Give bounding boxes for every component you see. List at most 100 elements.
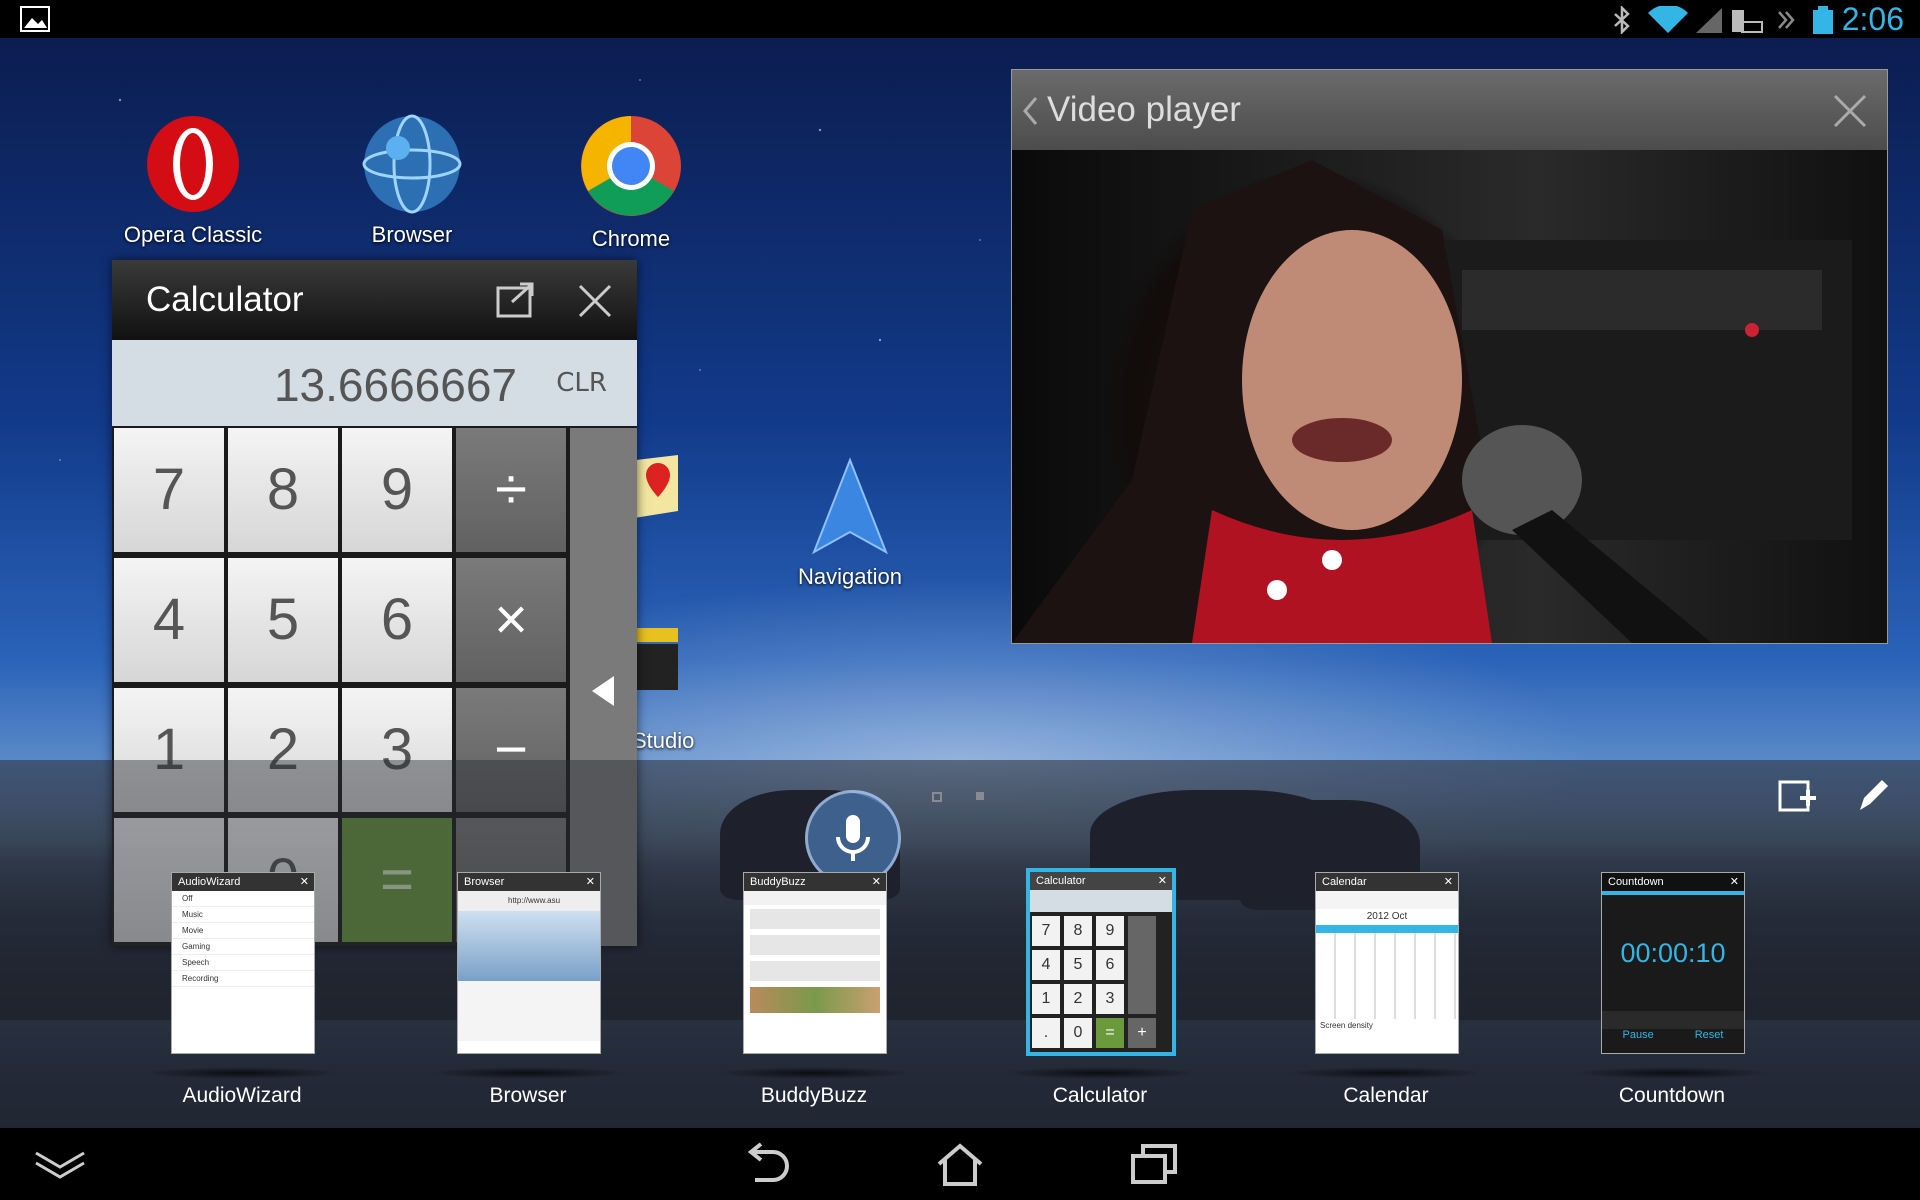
mode-item: Recording <box>172 971 314 987</box>
microphone-icon <box>836 815 870 861</box>
navigation-arrow-icon <box>812 457 888 555</box>
thumb-shadow <box>428 1067 628 1079</box>
recent-browser-label: Browser <box>489 1084 567 1107</box>
close-icon[interactable]: ✕ <box>1730 873 1739 891</box>
recent-calculator-thumb[interactable]: Calculator ✕ 7 8 9 4 5 6 1 2 3 . 0 = + <box>1026 868 1176 1056</box>
reset-button: Reset <box>1694 1029 1724 1041</box>
close-icon[interactable]: ✕ <box>872 873 881 891</box>
thumb-shadow <box>142 1067 342 1079</box>
key-4[interactable]: 4 <box>114 558 224 682</box>
recent-audiowizard-label: AudioWizard <box>182 1084 302 1107</box>
mode-item: Music <box>172 907 314 923</box>
feed-preview <box>744 905 886 1017</box>
mode-item: Gaming <box>172 939 314 955</box>
opera-icon <box>147 116 239 212</box>
countdown-timer: 00:00:10 <box>1620 938 1726 968</box>
chrome-icon <box>581 116 681 216</box>
key-9[interactable]: 9 <box>342 428 452 552</box>
maximize-icon[interactable] <box>496 282 536 318</box>
thumb-shadow <box>1286 1067 1486 1079</box>
chevron-right-icon <box>1778 11 1795 29</box>
thumb-title: Calendar <box>1322 876 1367 888</box>
calculator-window[interactable]: Calculator 13.6666667 CLR 7 8 9 ÷ 4 5 6 … <box>112 260 637 946</box>
clear-button[interactable]: CLR <box>556 368 607 398</box>
thumb-title: Calculator <box>1036 875 1086 887</box>
thumb-title: AudioWizard <box>178 876 241 888</box>
close-icon[interactable]: ✕ <box>586 873 595 891</box>
edit-pencil-icon[interactable] <box>1856 778 1890 814</box>
key-8[interactable]: 8 <box>228 428 338 552</box>
thumb-title: BuddyBuzz <box>750 876 806 888</box>
close-icon[interactable] <box>578 284 612 318</box>
close-icon[interactable] <box>1833 94 1867 128</box>
opera-classic-shortcut[interactable]: Opera Classic <box>103 114 283 248</box>
thumb-shadow <box>1000 1067 1200 1079</box>
back-chevron-icon[interactable] <box>1022 96 1040 126</box>
key-5[interactable]: 5 <box>228 558 338 682</box>
status-bar: 2:06 <box>0 0 1920 38</box>
status-input-preview <box>744 891 886 905</box>
gallery-notification-icon[interactable] <box>20 6 50 32</box>
opera-classic-label: Opera Classic <box>123 222 263 247</box>
recent-calendar-thumb[interactable]: Calendar ✕ 2012 Oct Screen density <box>1315 872 1459 1054</box>
mode-item: Speech <box>172 955 314 971</box>
recent-calculator-label: Calculator <box>1052 1084 1148 1107</box>
mini-display <box>1030 890 1172 912</box>
pause-button: Pause <box>1622 1029 1654 1041</box>
chrome-shortcut[interactable]: Chrome <box>541 114 721 252</box>
key-multiply[interactable]: × <box>456 558 566 682</box>
battery-icon <box>1813 6 1833 34</box>
video-titlebar[interactable]: Video player <box>1012 70 1887 150</box>
home-icon <box>937 1143 983 1186</box>
recent-buddybuzz-label: BuddyBuzz <box>760 1084 868 1107</box>
calendar-grid <box>1316 933 1458 1019</box>
calculator-display: 13.6666667 CLR <box>112 340 637 426</box>
recent-calendar-label: Calendar <box>1343 1084 1429 1107</box>
calculator-titlebar[interactable]: Calculator <box>112 260 637 340</box>
recent-countdown-thumb[interactable]: Countdown ✕ 00:00:10 Pause Reset <box>1601 872 1745 1054</box>
video-content-image <box>1012 160 1852 643</box>
mode-item: Movie <box>172 923 314 939</box>
close-icon[interactable]: ✕ <box>1444 873 1453 891</box>
close-icon[interactable]: ✕ <box>300 873 309 891</box>
hide-nav-button[interactable] <box>20 1138 100 1190</box>
video-player-window[interactable]: Video player <box>1011 69 1888 644</box>
recent-audiowizard-thumb[interactable]: AudioWizard ✕ Off Music Movie Gaming Spee… <box>171 872 315 1054</box>
calculator-title: Calculator <box>146 280 304 319</box>
recent-browser-thumb[interactable]: Browser ✕ http://www.asu <box>457 872 601 1054</box>
mini-keypad: 7 8 9 4 5 6 1 2 3 . 0 = + <box>1030 912 1172 1052</box>
recent-buddybuzz-thumb[interactable]: BuddyBuzz ✕ <box>743 872 887 1054</box>
url-bar: http://www.asu <box>458 891 600 911</box>
bluetooth-icon <box>1614 6 1630 34</box>
add-screen-icon[interactable] <box>1778 778 1818 814</box>
key-7[interactable]: 7 <box>114 428 224 552</box>
video-title: Video player <box>1047 90 1241 129</box>
panel-expand-left-icon[interactable] <box>590 674 616 708</box>
close-icon[interactable]: ✕ <box>1158 872 1167 890</box>
navigation-bar <box>0 1128 1920 1200</box>
thumb-shadow <box>714 1067 914 1079</box>
home-button[interactable] <box>920 1138 1000 1190</box>
navigation-shortcut[interactable]: Navigation <box>760 456 940 590</box>
dock-battery-icon <box>1732 10 1763 33</box>
thumb-title: Browser <box>464 876 505 888</box>
key-6[interactable]: 6 <box>342 558 452 682</box>
calendar-event: Screen density <box>1320 1021 1373 1030</box>
recent-apps-button[interactable] <box>1114 1138 1194 1190</box>
audiowizard-mode-list: Off Music Movie Gaming Speech Recording <box>172 891 314 987</box>
video-frame[interactable] <box>1012 150 1887 643</box>
thumb-title: Countdown <box>1608 876 1664 888</box>
chevron-down-icon <box>35 1151 85 1179</box>
browser-preview-body <box>458 981 600 1041</box>
browser-preview <box>458 911 600 981</box>
key-divide[interactable]: ÷ <box>456 428 566 552</box>
mode-item: Off <box>172 891 314 907</box>
globe-icon <box>362 114 462 214</box>
browser-label: Browser <box>371 222 453 247</box>
back-button[interactable] <box>726 1138 806 1190</box>
studio-label: Studio <box>632 728 695 753</box>
recent-countdown-label: Countdown <box>1618 1084 1726 1107</box>
wifi-icon <box>1648 6 1688 33</box>
status-time: 2:06 <box>1841 1 1904 37</box>
browser-shortcut[interactable]: Browser <box>322 114 502 248</box>
